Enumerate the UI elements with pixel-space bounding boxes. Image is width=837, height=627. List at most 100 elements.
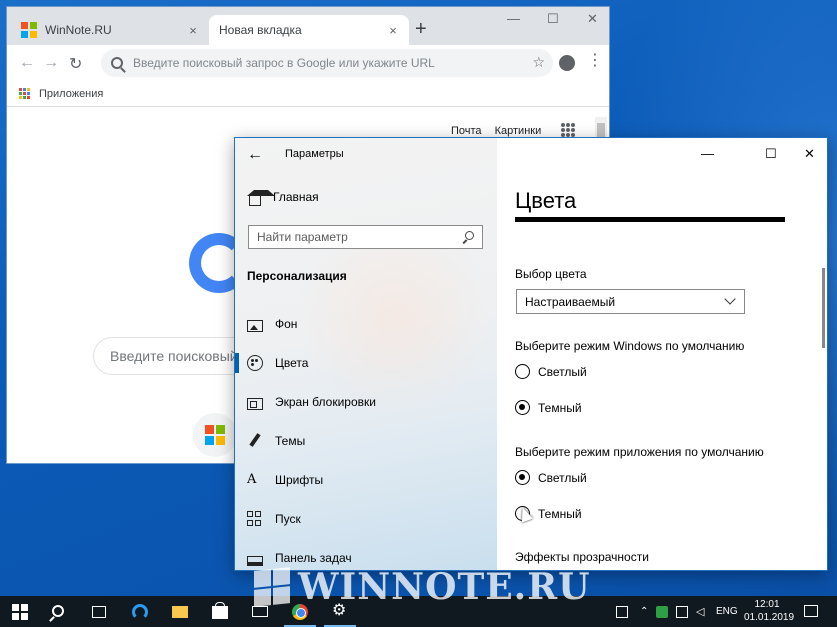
account-icon[interactable] <box>559 55 575 71</box>
maximize-button[interactable]: ☐ <box>547 11 559 27</box>
clock-time: 12:01 <box>754 599 780 610</box>
clock[interactable]: 12:01 01.01.2019 <box>744 598 795 624</box>
dropdown-value: Настраиваемый <box>525 294 616 309</box>
nav-item-label: Пуск <box>275 512 301 526</box>
search-icon[interactable] <box>52 605 64 617</box>
volume-icon[interactable]: ◁ <box>696 606 708 618</box>
google-apps-icon[interactable] <box>561 123 575 137</box>
chevron-up-icon[interactable]: ⌃ <box>640 606 652 618</box>
nav-item-label: Панель задач <box>275 551 352 565</box>
nav-item-taskbar[interactable]: Панель задач <box>247 548 352 568</box>
notification-icon[interactable] <box>804 605 818 617</box>
gmail-link[interactable]: Почта <box>451 125 482 137</box>
winnote-favicon-icon <box>21 22 37 38</box>
app-mode-label: Выберите режим приложения по умолчанию <box>515 445 764 459</box>
tab-title: Новая вкладка <box>219 23 302 37</box>
close-button[interactable]: ✕ <box>804 146 815 162</box>
bookmarks-bar: Приложения <box>7 81 609 107</box>
settings-window: ← Параметры Главная Найти параметр Персо… <box>234 137 828 571</box>
radio-circle <box>515 364 530 379</box>
nav-item-label: Цвета <box>275 356 309 370</box>
windows-mode-light-radio[interactable]: Светлый <box>515 364 587 379</box>
nav-item-fonts[interactable]: A Шрифты <box>247 470 323 490</box>
language-indicator[interactable]: ENG <box>716 606 738 617</box>
picture-icon <box>247 320 263 332</box>
bookmark-apps[interactable]: Приложения <box>39 88 103 100</box>
start-button[interactable] <box>12 604 28 620</box>
nav-home[interactable]: Главная <box>247 190 319 206</box>
radio-circle <box>515 470 530 485</box>
address-placeholder: Введите поисковый запрос в Google или ук… <box>133 56 435 70</box>
nav-item-label: Шрифты <box>275 473 324 487</box>
settings-search-input[interactable]: Найти параметр <box>248 225 483 249</box>
minimize-button[interactable]: — <box>507 11 520 26</box>
search-icon <box>465 231 474 240</box>
nav-item-label: Темы <box>275 434 306 448</box>
nav-item-lock-screen[interactable]: Экран блокировки <box>247 392 376 412</box>
transparency-label: Эффекты прозрачности <box>515 550 649 564</box>
back-arrow-icon[interactable]: ← <box>19 54 35 72</box>
tab-winnote[interactable]: WinNote.RU × <box>11 15 209 45</box>
address-bar[interactable]: Введите поисковый запрос в Google или ук… <box>101 49 553 77</box>
tray-device-icon[interactable] <box>616 606 628 618</box>
tab-close-icon[interactable]: × <box>383 23 403 38</box>
reload-icon[interactable]: ↻ <box>69 54 82 74</box>
back-arrow-icon[interactable]: ← <box>247 146 263 164</box>
radio-label: Светлый <box>538 364 587 379</box>
search-icon <box>111 57 123 69</box>
store-icon[interactable] <box>212 602 228 619</box>
lock-screen-icon <box>247 398 263 410</box>
tab-new-tab[interactable]: Новая вкладка × <box>209 15 409 45</box>
apps-grid-icon[interactable] <box>19 87 31 100</box>
nav-item-label: Фон <box>275 317 298 331</box>
radio-label: Темный <box>538 506 582 521</box>
color-choice-dropdown[interactable]: Настраиваемый <box>516 289 745 314</box>
radio-circle <box>515 400 530 415</box>
google-search-placeholder: Введите поисковый з <box>110 348 248 364</box>
chevron-down-icon <box>724 293 736 305</box>
settings-nav-pane: ← Параметры Главная Найти параметр Персо… <box>235 138 497 570</box>
nav-item-themes[interactable]: Темы <box>247 431 305 451</box>
watermark: WINNOTE.RU <box>254 566 591 608</box>
new-tab-button[interactable]: + <box>415 19 427 39</box>
app-mode-light-radio[interactable]: Светлый <box>515 470 587 485</box>
home-icon <box>247 190 275 206</box>
tab-strip: WinNote.RU × Новая вкладка × + — ☐ ✕ <box>7 7 609 45</box>
microsoft-logo-icon <box>205 425 225 445</box>
radio-label: Светлый <box>538 470 587 485</box>
windows-mode-label: Выберите режим Windows по умолчанию <box>515 339 745 353</box>
nav-item-start[interactable]: Пуск <box>247 509 301 529</box>
images-link[interactable]: Картинки <box>495 125 542 137</box>
forward-arrow-icon[interactable]: → <box>43 54 59 72</box>
start-icon <box>247 511 263 527</box>
nav-section-title: Персонализация <box>247 269 347 283</box>
google-top-links: Почта Картинки <box>451 125 551 137</box>
settings-search-placeholder: Найти параметр <box>257 230 348 244</box>
clock-date: 01.01.2019 <box>744 612 795 623</box>
windows-mode-dark-radio[interactable]: Темный <box>515 400 582 415</box>
close-button[interactable]: ✕ <box>587 11 598 27</box>
nav-item-background[interactable]: Фон <box>247 314 297 334</box>
edge-icon[interactable] <box>132 604 148 620</box>
palette-icon <box>247 355 263 371</box>
shortcut-tile[interactable] <box>193 413 237 457</box>
task-view-icon[interactable] <box>92 606 106 618</box>
minimize-button[interactable]: — <box>701 146 714 161</box>
brush-icon <box>247 433 263 449</box>
taskbar-icon <box>247 556 263 566</box>
network-icon[interactable] <box>676 606 688 618</box>
maximize-button[interactable]: ☐ <box>765 146 777 162</box>
nav-item-label: Экран блокировки <box>275 395 376 409</box>
settings-content: — ☐ ✕ Цвета Выбор цвета Настраиваемый Вы… <box>497 138 827 570</box>
more-menu-icon[interactable]: ⋮ <box>587 53 603 69</box>
radio-label: Темный <box>538 400 582 415</box>
nav-home-label: Главная <box>273 190 319 204</box>
nav-item-colors[interactable]: Цвета <box>235 353 309 373</box>
watermark-text: WINNOTE.RU <box>298 566 591 608</box>
bookmark-star-icon[interactable]: ☆ <box>532 54 545 71</box>
font-icon: A <box>247 472 257 487</box>
tab-close-icon[interactable]: × <box>183 23 203 38</box>
defender-icon[interactable] <box>656 606 668 618</box>
file-explorer-icon[interactable] <box>172 606 188 618</box>
content-scrollbar[interactable] <box>822 268 825 348</box>
